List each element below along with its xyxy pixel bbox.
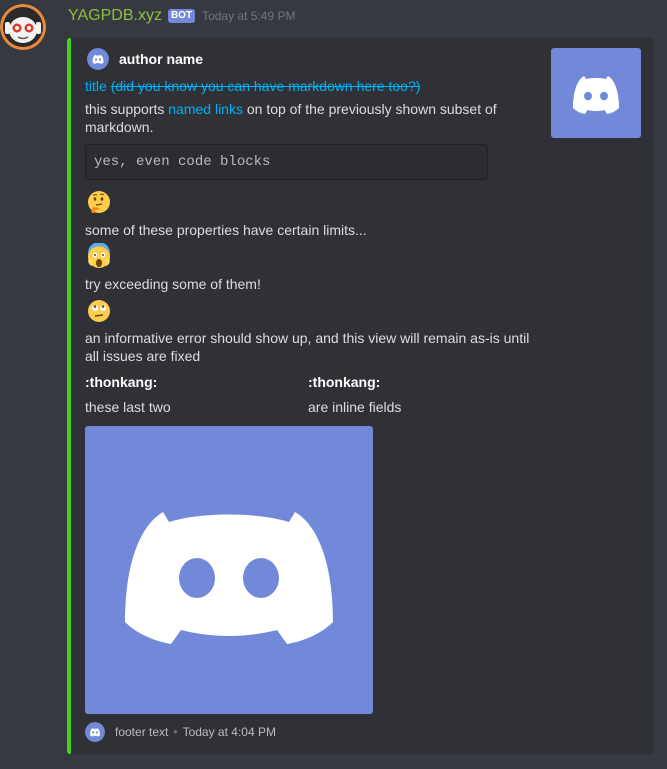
face-with-rolling-eyes-emoji-icon [85,297,113,325]
description-line-error: an informative error should show up, and… [85,330,530,364]
embed-title: title (did you know you can have markdow… [85,78,420,94]
username[interactable]: YAGPDB.xyz [68,7,162,25]
yagpdb-avatar-icon [0,4,46,50]
thinking-face-emoji-icon [85,188,113,216]
embed-title-strikethrough: (did you know you can have markdown here… [110,78,421,94]
footer-separator: • [173,725,178,739]
named-link[interactable]: named links [168,101,243,117]
description-line-exceeding: try exceeding some of them! [85,276,261,292]
field-value-2: are inline fields [308,399,402,415]
description-line-limits: some of these properties have certain li… [85,222,367,238]
message-header: YAGPDB.xyz BOT Today at 5:49 PM [68,6,295,26]
code-block: yes, even code blocks [85,144,488,180]
embed-footer: footer text • Today at 4:04 PM [85,722,276,742]
author-name: author name [119,51,204,67]
embed-thumbnail[interactable] [551,48,641,138]
embed-author: author name [87,48,203,70]
field-value-1: these last two [85,399,171,415]
bot-tag: BOT [167,9,196,23]
image-discord-logo-icon [125,512,333,644]
embed-title-link[interactable]: title [85,78,107,94]
embed-description: this supports named links on top of the … [85,100,535,136]
footer-timestamp: Today at 4:04 PM [182,725,276,739]
footer-discord-logo-icon [85,722,105,742]
face-screaming-in-fear-emoji-icon [85,242,113,271]
description-text-1: this supports [85,101,169,117]
field-name-1: :thonkang: [85,374,158,390]
field-name-2: :thonkang: [308,374,381,390]
bot-avatar[interactable] [0,4,46,50]
rich-embed: author name title (did you know you can … [67,38,653,754]
thumbnail-discord-logo-icon [573,76,619,114]
footer-text: footer text [115,725,169,739]
author-discord-logo-icon [87,48,109,70]
message-timestamp: Today at 5:49 PM [202,9,296,23]
embed-image[interactable] [85,426,373,714]
